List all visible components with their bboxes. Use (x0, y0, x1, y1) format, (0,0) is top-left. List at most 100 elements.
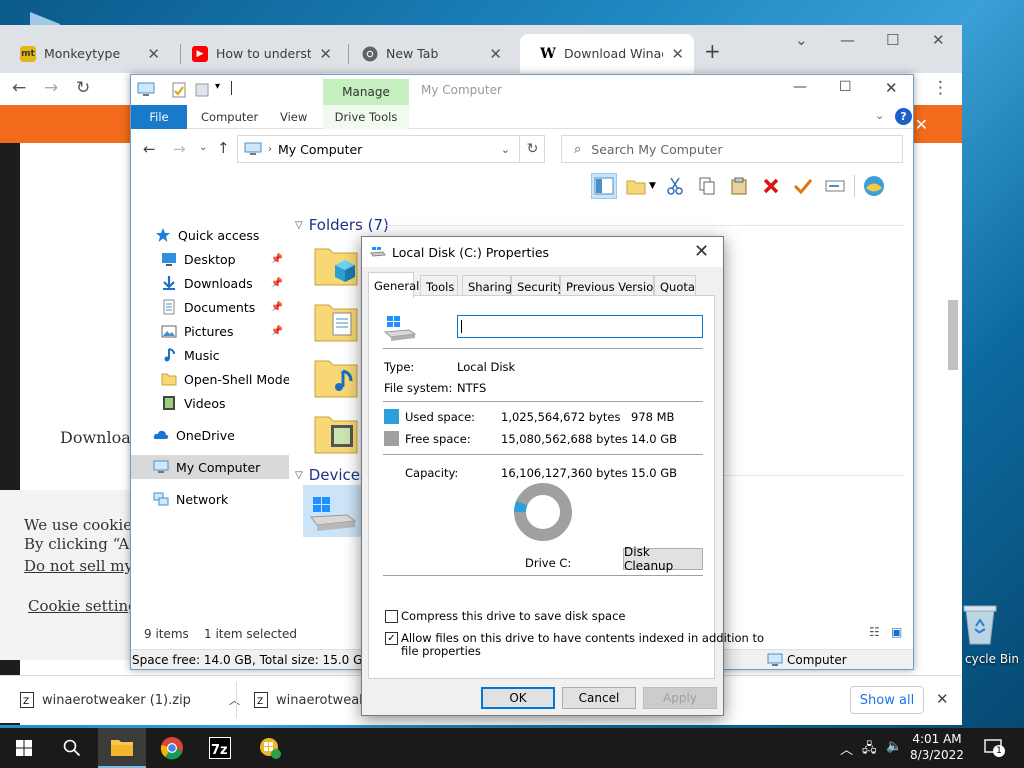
details-pane-button[interactable] (591, 173, 617, 199)
close-icon[interactable]: ✕ (147, 45, 160, 63)
close-icon[interactable]: ✕ (489, 45, 502, 63)
nav-item[interactable]: Quick access (131, 223, 289, 247)
download-item[interactable]: Z winaerotweake (254, 676, 374, 724)
apply-button[interactable]: Apply (643, 687, 717, 709)
ribbon-tab-computer[interactable]: Computer (201, 105, 258, 129)
recycle-bin[interactable]: cycle Bin (958, 600, 1024, 670)
disk-cleanup-button[interactable]: Disk Cleanup (623, 545, 703, 573)
delete-button[interactable] (758, 173, 784, 199)
close-window-button[interactable]: ✕ (932, 31, 945, 49)
taskbar-7zip[interactable]: 7z (196, 728, 244, 768)
ribbon-tab-file[interactable]: File (131, 105, 187, 129)
address-bar[interactable]: › My Computer ⌄ (237, 135, 545, 163)
cookie-settings-link[interactable]: Cookie setting (28, 597, 138, 615)
taskbar-file-explorer[interactable] (98, 728, 146, 768)
recent-locations-chevron-icon[interactable]: ⌄ (199, 142, 207, 153)
folder-documents-icon[interactable] (313, 297, 359, 343)
search-button[interactable] (48, 728, 96, 768)
address-dropdown-chevron-icon[interactable]: ⌄ (501, 143, 510, 156)
collapse-chevron-icon[interactable]: ▽ (295, 220, 303, 231)
forward-arrow-icon[interactable]: → (173, 140, 186, 158)
folders-group-header[interactable]: ▽ Folders (7) (295, 215, 905, 235)
ok-button[interactable]: OK (481, 687, 555, 709)
tab-tools[interactable]: Tools (420, 275, 458, 297)
nav-item[interactable]: Videos (131, 391, 289, 415)
new-tab-button[interactable]: + (704, 39, 721, 63)
collapse-chevron-icon[interactable]: ▽ (295, 470, 303, 481)
menu-icon[interactable]: ⋮ (932, 78, 949, 98)
cancel-button[interactable]: Cancel (562, 687, 636, 709)
tab-previous-versions[interactable]: Previous Versions (560, 275, 667, 297)
search-box[interactable]: ⌕ Search My Computer (561, 135, 903, 163)
refresh-button[interactable]: ↻ (519, 135, 545, 163)
ribbon-collapse-chevron-icon[interactable]: ⌄ (875, 109, 884, 122)
back-arrow-icon[interactable]: ← (143, 140, 156, 158)
nav-item[interactable]: Music (131, 343, 289, 367)
nav-item[interactable]: OneDrive (131, 423, 289, 447)
download-item[interactable]: Z winaerotweaker (1).zip ︿ (20, 676, 240, 724)
ribbon-tab-drive-tools[interactable]: Drive Tools (323, 105, 409, 129)
tab-sharing[interactable]: Sharing (462, 275, 512, 297)
cut-button[interactable] (662, 173, 688, 199)
maximize-button[interactable]: ☐ (886, 31, 899, 49)
copy-button[interactable] (694, 173, 720, 199)
maximize-button[interactable]: ☐ (839, 79, 852, 95)
folder-options-button[interactable] (623, 173, 649, 199)
reload-icon[interactable]: ↻ (76, 78, 90, 98)
nav-item[interactable]: Open-Shell Modern (131, 367, 289, 391)
quick-access-toolbar-chevron-icon[interactable]: ▾ (215, 81, 220, 92)
folder-videos-icon[interactable] (313, 409, 359, 455)
close-icon[interactable]: ✕ (319, 45, 332, 63)
rename-button[interactable] (822, 173, 848, 199)
network-tray-icon[interactable]: 🖧 (862, 739, 877, 761)
details-view-icon[interactable]: ☷ (869, 625, 880, 639)
folder-music-icon[interactable] (313, 353, 359, 399)
devices-group-header[interactable]: ▽ Devices (295, 465, 905, 485)
action-center-button[interactable]: 1 (984, 738, 1005, 757)
nav-item[interactable]: Downloads 📌 (131, 271, 289, 295)
tab-monkeytype[interactable]: mt Monkeytype ✕ (0, 34, 170, 73)
open-shell-button[interactable] (861, 173, 887, 199)
local-disk-c-item[interactable] (303, 485, 361, 537)
tab-quota[interactable]: Quota (654, 275, 696, 297)
properties-button[interactable] (790, 173, 816, 199)
large-icons-view-icon[interactable]: ▣ (891, 625, 902, 639)
close-window-button[interactable]: ✕ (885, 79, 898, 97)
taskbar-winaero-tweaker[interactable] (246, 728, 294, 768)
properties-check-icon[interactable] (171, 82, 187, 98)
taskbar-chrome[interactable] (148, 728, 196, 768)
tab-security[interactable]: Security (511, 275, 564, 297)
do-not-sell-link[interactable]: Do not sell my (24, 557, 133, 575)
folder-options-chevron-icon[interactable]: ▼ (649, 181, 656, 191)
tab-youtube[interactable]: ▶ How to understand ✕ (172, 34, 342, 73)
close-download-bar-icon[interactable]: ✕ (936, 690, 949, 708)
banner-close-icon[interactable]: ✕ (915, 115, 928, 134)
taskbar-clock[interactable]: 4:01 AM 8/3/2022 (910, 731, 964, 763)
show-all-button[interactable]: Show all (850, 686, 924, 714)
nav-item[interactable]: Desktop 📌 (131, 247, 289, 271)
manage-tab[interactable]: Manage (323, 79, 409, 105)
page-scrollbar[interactable] (948, 300, 958, 370)
tab-new-tab[interactable]: New Tab ✕ (342, 34, 512, 73)
back-arrow-icon[interactable]: ← (12, 78, 26, 98)
nav-item[interactable]: Documents 📌 (131, 295, 289, 319)
tab-general[interactable]: General (368, 272, 419, 298)
folder-3d-objects-icon[interactable] (313, 241, 359, 287)
help-icon[interactable]: ? (895, 108, 912, 125)
compress-checkbox[interactable] (385, 610, 398, 623)
index-checkbox[interactable]: ✓ (385, 632, 398, 645)
minimize-button[interactable]: — (840, 31, 855, 49)
nav-item[interactable]: Pictures 📌 (131, 319, 289, 343)
volume-icon[interactable]: 🔈 (886, 739, 902, 754)
minimize-button[interactable]: — (793, 79, 807, 95)
show-hidden-icons-chevron-icon[interactable]: ︿ (840, 739, 853, 758)
tab-search-chevron-icon[interactable]: ⌄ (795, 31, 808, 49)
desktop-icon-partial[interactable] (28, 10, 62, 26)
ribbon-tab-view[interactable]: View (280, 105, 307, 129)
breadcrumb-chevron-icon[interactable]: › (268, 144, 272, 155)
up-arrow-icon[interactable]: ↑ (217, 139, 230, 157)
nav-item[interactable]: My Computer (131, 455, 289, 479)
nav-item[interactable]: Network (131, 487, 289, 511)
chevron-up-icon[interactable]: ︿ (229, 692, 240, 708)
forward-arrow-icon[interactable]: → (44, 78, 58, 98)
